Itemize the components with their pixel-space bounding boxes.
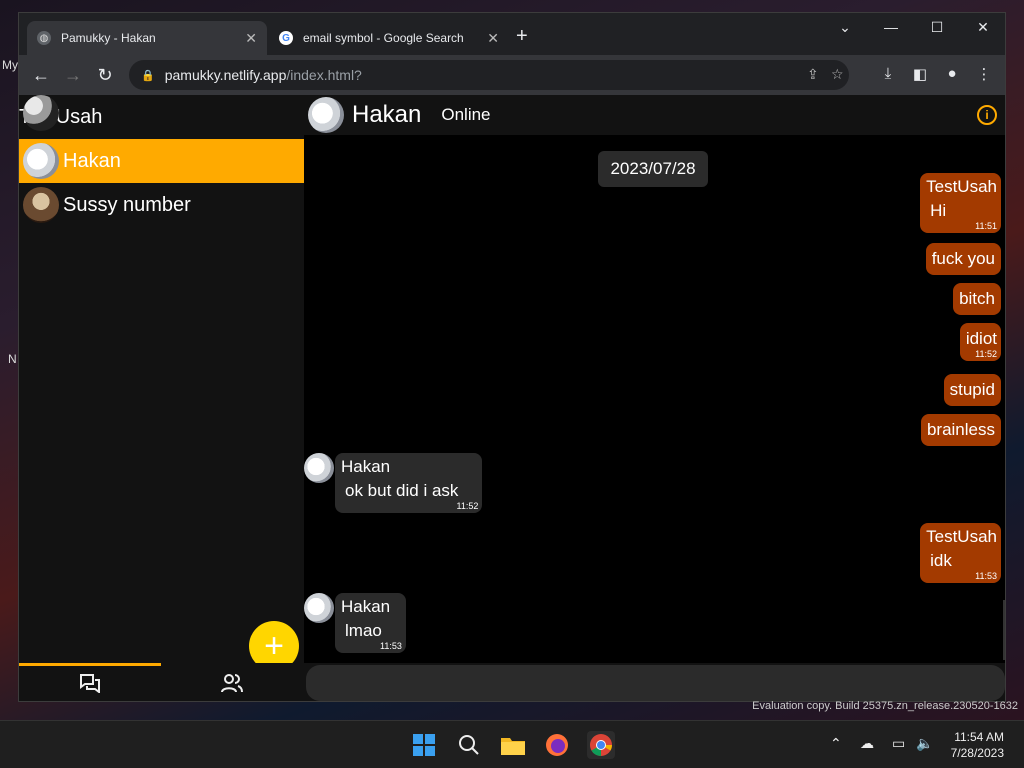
message-sender: Hakan — [341, 457, 391, 476]
date-separator: 2023/07/28 — [598, 151, 708, 187]
desktop-text: N — [8, 352, 17, 366]
network-icon[interactable]: ▭ — [892, 735, 905, 752]
browser-toolbar: ← → ↻ 🔒 pamukky.netlify.app/index.html? … — [19, 55, 1005, 95]
url-path: /index.html? — [286, 67, 362, 83]
message-text: fuck you — [931, 249, 995, 268]
message-text: bitch — [959, 289, 995, 308]
share-icon[interactable]: ⇪ — [807, 66, 819, 83]
globe-icon: ◍ — [37, 31, 51, 45]
message-bubble-incoming[interactable]: Hakan ok but did i ask 11:52 — [335, 453, 483, 513]
message-bubble-outgoing[interactable]: TestUsah Hi 11:51 — [920, 173, 1001, 233]
message-text: lmao — [345, 621, 382, 640]
message-time: 11:52 — [975, 349, 997, 359]
avatar — [308, 97, 344, 133]
close-tab-icon[interactable]: ✕ — [487, 30, 499, 47]
avatar — [23, 95, 59, 131]
forward-icon[interactable]: → — [57, 65, 89, 86]
tab-title: email symbol - Google Search — [303, 31, 464, 45]
message-time: 11:53 — [975, 571, 997, 581]
chevron-up-icon[interactable]: ⌃ — [830, 735, 842, 752]
side-panel-icon[interactable]: ◧ — [907, 65, 933, 83]
chat-header-status: Online — [441, 105, 491, 124]
close-tab-icon[interactable]: ✕ — [245, 30, 257, 47]
message-bubble-outgoing[interactable]: idiot 11:52 — [959, 323, 1001, 361]
google-icon: G — [279, 31, 293, 45]
composer — [304, 663, 1005, 701]
desktop-text: My — [2, 58, 18, 72]
chats-tab-icon[interactable] — [77, 673, 103, 695]
chat-item-sussy-number[interactable]: Sussy number — [19, 183, 304, 227]
volume-icon[interactable]: 🔈 — [916, 735, 933, 752]
avatar — [23, 143, 59, 179]
chat-item-name: Hakan — [63, 149, 121, 172]
info-icon[interactable]: i — [977, 105, 997, 125]
search-icon[interactable] — [455, 731, 483, 759]
chat-sidebar: TestUsah Hakan Sussy number + — [19, 95, 304, 701]
message-sender: TestUsah — [926, 177, 997, 196]
message-text: Hi — [930, 201, 947, 220]
message-bubble-incoming[interactable]: Hakan lmao 11:53 — [335, 593, 406, 653]
chat-header: Hakan Online i — [304, 95, 1005, 135]
message-input[interactable] — [306, 665, 1005, 701]
taskbar: ⌃ ☁ ▭ 🔈 11:54 AM 7/28/2023 — [0, 720, 1024, 768]
message-text: ok but did i ask — [345, 481, 459, 500]
cloud-offline-icon[interactable]: ☁ — [860, 735, 874, 752]
message-text: idk — [930, 551, 952, 570]
contacts-tab-icon[interactable] — [219, 673, 245, 695]
menu-icon[interactable]: ⋮ — [971, 65, 997, 83]
avatar — [304, 453, 334, 483]
tab-strip: ◍ Pamukky - Hakan ✕ G email symbol - Goo… — [19, 13, 1005, 55]
message-bubble-outgoing[interactable]: bitch — [953, 283, 1001, 315]
message-text: brainless — [926, 420, 995, 439]
sidebar-bottom-nav — [19, 663, 304, 701]
minimize-button[interactable]: — — [871, 19, 911, 35]
message-text: stupid — [949, 380, 995, 399]
chat-item-name: Sussy number — [63, 193, 191, 216]
tab-title: Pamukky - Hakan — [61, 31, 156, 45]
tab-pamukky[interactable]: ◍ Pamukky - Hakan ✕ — [27, 21, 267, 55]
current-user-header[interactable]: TestUsah — [19, 95, 304, 139]
message-time: 11:51 — [975, 221, 997, 231]
active-tab-indicator — [19, 663, 161, 666]
file-explorer-icon[interactable] — [499, 731, 527, 759]
message-text: idiot — [965, 329, 997, 348]
new-tab-button[interactable]: + — [516, 25, 528, 48]
tab-google-search[interactable]: G email symbol - Google Search ✕ — [269, 21, 509, 55]
plus-icon: + — [264, 627, 284, 665]
message-time: 11:53 — [380, 641, 402, 651]
close-window-button[interactable]: ✕ — [963, 19, 1003, 36]
maximize-button[interactable]: ☐ — [917, 19, 957, 36]
chrome-icon[interactable] — [587, 731, 615, 759]
message-bubble-outgoing[interactable]: stupid — [943, 374, 1001, 406]
message-bubble-outgoing[interactable]: brainless — [920, 414, 1001, 446]
tab-search-icon[interactable]: ⌄ — [825, 19, 865, 36]
bookmark-star-icon[interactable]: ☆ — [831, 66, 844, 83]
evaluation-watermark: Evaluation copy. Build 25375.zn_release.… — [752, 700, 1018, 712]
avatar — [304, 593, 334, 623]
profile-icon[interactable]: ● — [939, 65, 965, 82]
url-host: pamukky.netlify.app — [164, 67, 287, 83]
chat-panel: Hakan Online i 2023/07/28 TestUsah Hi 11… — [304, 95, 1005, 701]
message-bubble-outgoing[interactable]: fuck you — [925, 243, 1001, 275]
download-icon[interactable]: ⤓ — [875, 65, 901, 82]
avatar — [23, 187, 59, 223]
message-time: 11:52 — [456, 501, 479, 511]
message-sender: Hakan — [341, 597, 391, 616]
clock-date: 7/28/2023 — [950, 746, 1004, 760]
browser-window: ◍ Pamukky - Hakan ✕ G email symbol - Goo… — [18, 12, 1006, 702]
address-bar[interactable]: 🔒 pamukky.netlify.app/index.html? ⇪ ☆ — [129, 60, 849, 90]
system-clock[interactable]: 11:54 AM 7/28/2023 — [951, 729, 1004, 761]
chat-header-name: Hakan — [352, 101, 422, 128]
back-icon[interactable]: ← — [25, 65, 57, 86]
message-sender: TestUsah — [926, 527, 997, 546]
message-bubble-outgoing[interactable]: TestUsah idk 11:53 — [920, 523, 1001, 583]
lock-icon: 🔒 — [141, 69, 155, 82]
clock-time: 11:54 AM — [954, 730, 1004, 744]
firefox-icon[interactable] — [543, 731, 571, 759]
chat-item-hakan[interactable]: Hakan — [19, 139, 304, 183]
scrollbar[interactable] — [1003, 600, 1005, 660]
pamukky-app: TestUsah Hakan Sussy number + Hakan Onli… — [19, 95, 1005, 701]
windows-start-icon[interactable] — [410, 731, 438, 759]
reload-icon[interactable]: ↻ — [89, 65, 121, 86]
